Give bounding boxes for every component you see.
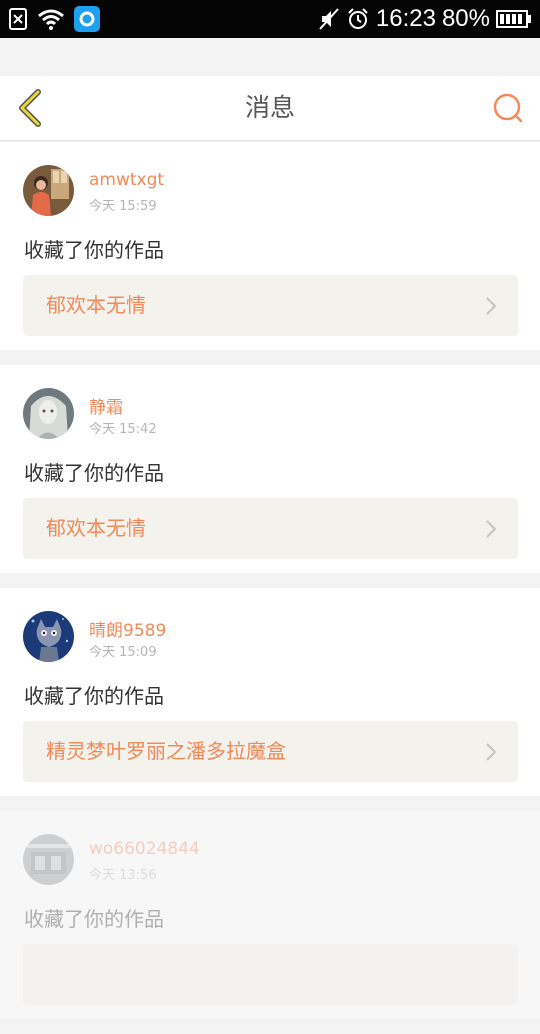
- page-title: 消息: [244, 93, 295, 122]
- avatar[interactable]: [23, 388, 74, 439]
- username[interactable]: wo66024844: [89, 839, 200, 859]
- message-time: 今天 15:42: [89, 422, 157, 437]
- work-link[interactable]: [23, 944, 518, 1005]
- message-action: 收藏了你的作品: [24, 907, 164, 931]
- chevron-right-icon: [486, 743, 497, 761]
- status-bar: 16:23 80%: [0, 0, 540, 38]
- avatar[interactable]: [23, 165, 74, 216]
- sim-error-icon: [9, 8, 27, 30]
- wifi-icon: [38, 9, 64, 30]
- mute-icon: [319, 8, 339, 30]
- work-title: 精灵梦叶罗丽之潘多拉魔盒: [46, 739, 286, 763]
- message-action: 收藏了你的作品: [24, 238, 164, 262]
- work-title: 郁欢本无情: [46, 293, 146, 317]
- message-list: amwtxgt 今天 15:59 收藏了你的作品 郁欢本无情 静霜 今天 15:…: [0, 142, 540, 1034]
- avatar[interactable]: [23, 611, 74, 662]
- message-action: 收藏了你的作品: [24, 461, 164, 485]
- message-card: amwtxgt 今天 15:59 收藏了你的作品 郁欢本无情: [0, 142, 540, 350]
- avatar[interactable]: [23, 834, 74, 885]
- work-title: 郁欢本无情: [46, 516, 146, 540]
- work-link[interactable]: 精灵梦叶罗丽之潘多拉魔盒: [23, 721, 518, 782]
- app-notification-icon: [74, 6, 100, 32]
- username[interactable]: 晴朗9589: [89, 616, 166, 641]
- work-link[interactable]: 郁欢本无情: [23, 275, 518, 336]
- message-card: 晴朗9589 今天 15:09 收藏了你的作品 精灵梦叶罗丽之潘多拉魔盒: [0, 588, 540, 796]
- chevron-right-icon: [486, 297, 497, 315]
- alarm-icon: [348, 8, 368, 29]
- username[interactable]: amwtxgt: [89, 170, 164, 190]
- search-button[interactable]: [488, 88, 528, 128]
- search-icon: [493, 93, 523, 123]
- battery-percent: 80%: [441, 5, 490, 32]
- back-button[interactable]: [10, 86, 50, 130]
- message-time: 今天 13:56: [89, 868, 157, 883]
- chevron-right-icon: [486, 520, 497, 538]
- battery-icon: [496, 10, 531, 28]
- message-card: 静霜 今天 15:42 收藏了你的作品 郁欢本无情: [0, 365, 540, 573]
- status-time: 16:23: [375, 5, 436, 32]
- status-bar-left: [8, 5, 100, 33]
- message-time: 今天 15:59: [89, 199, 157, 214]
- back-arrow-icon: [19, 89, 41, 127]
- username[interactable]: 静霜: [89, 393, 123, 418]
- app-header: 消息: [0, 76, 540, 141]
- work-link[interactable]: 郁欢本无情: [23, 498, 518, 559]
- status-bar-right: 16:23 80%: [318, 0, 532, 38]
- message-time: 今天 15:09: [89, 645, 157, 660]
- message-card: wo66024844 今天 13:56 收藏了你的作品: [0, 811, 540, 1019]
- message-action: 收藏了你的作品: [24, 684, 164, 708]
